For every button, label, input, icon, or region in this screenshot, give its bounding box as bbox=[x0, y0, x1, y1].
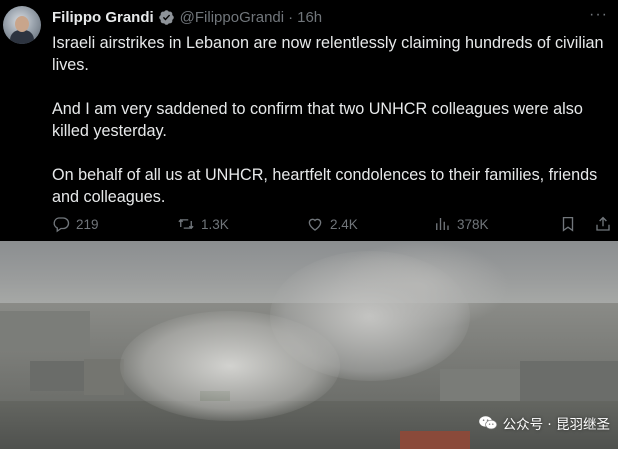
share-icon bbox=[596, 216, 610, 231]
tweet-paragraph: Israeli airstrikes in Lebanon are now re… bbox=[52, 34, 604, 74]
retweet-count: 1.3K bbox=[201, 216, 229, 232]
tweet-timestamp[interactable]: 16h bbox=[297, 9, 322, 26]
building bbox=[440, 369, 530, 403]
views-button[interactable]: 378K bbox=[433, 215, 489, 233]
tweet-paragraph: And I am very saddened to confirm that t… bbox=[52, 100, 583, 140]
tweet-paragraph: On behalf of all us at UNHCR, heartfelt … bbox=[52, 166, 598, 206]
bookmark-icon bbox=[562, 216, 574, 232]
retweet-icon bbox=[178, 218, 194, 230]
like-button[interactable]: 2.4K bbox=[306, 215, 358, 233]
smoke-plume bbox=[330, 241, 510, 331]
retweet-button[interactable]: 1.3K bbox=[177, 215, 229, 233]
tweet-text: Israeli airstrikes in Lebanon are now re… bbox=[52, 32, 608, 230]
separator-dot: · bbox=[288, 8, 294, 26]
wechat-icon bbox=[478, 416, 497, 430]
tweet-card: Filippo Grandi @FilippoGrandi · 16h ··· … bbox=[0, 0, 618, 241]
views-bar-chart-icon bbox=[436, 218, 449, 230]
bookmark-button[interactable] bbox=[559, 215, 583, 233]
building bbox=[0, 311, 90, 351]
reply-icon bbox=[53, 217, 70, 233]
building bbox=[84, 359, 124, 395]
author-name[interactable]: Filippo Grandi bbox=[52, 9, 154, 26]
smoke-plume bbox=[120, 311, 340, 421]
watermark: 公众号 · 昆羽继圣 bbox=[478, 413, 610, 433]
author-handle[interactable]: @FilippoGrandi bbox=[180, 9, 284, 26]
tweet-actions: 219 1.3K 2.4K 378K bbox=[52, 213, 612, 237]
reply-count: 219 bbox=[76, 216, 99, 232]
tweet-header: Filippo Grandi @FilippoGrandi · 16h bbox=[52, 7, 322, 27]
watermark-text: 公众号 · 昆羽继圣 bbox=[502, 417, 610, 433]
views-count: 378K bbox=[457, 216, 489, 232]
heart-icon bbox=[308, 218, 322, 231]
more-options-icon[interactable]: ··· bbox=[589, 6, 608, 24]
red-roof bbox=[400, 431, 470, 449]
share-button[interactable] bbox=[594, 215, 618, 233]
verified-badge-icon bbox=[158, 9, 174, 25]
attached-photo[interactable]: 公众号 · 昆羽继圣 bbox=[0, 241, 618, 449]
reply-button[interactable]: 219 bbox=[52, 215, 99, 233]
avatar[interactable] bbox=[3, 6, 41, 44]
like-count: 2.4K bbox=[330, 216, 358, 232]
